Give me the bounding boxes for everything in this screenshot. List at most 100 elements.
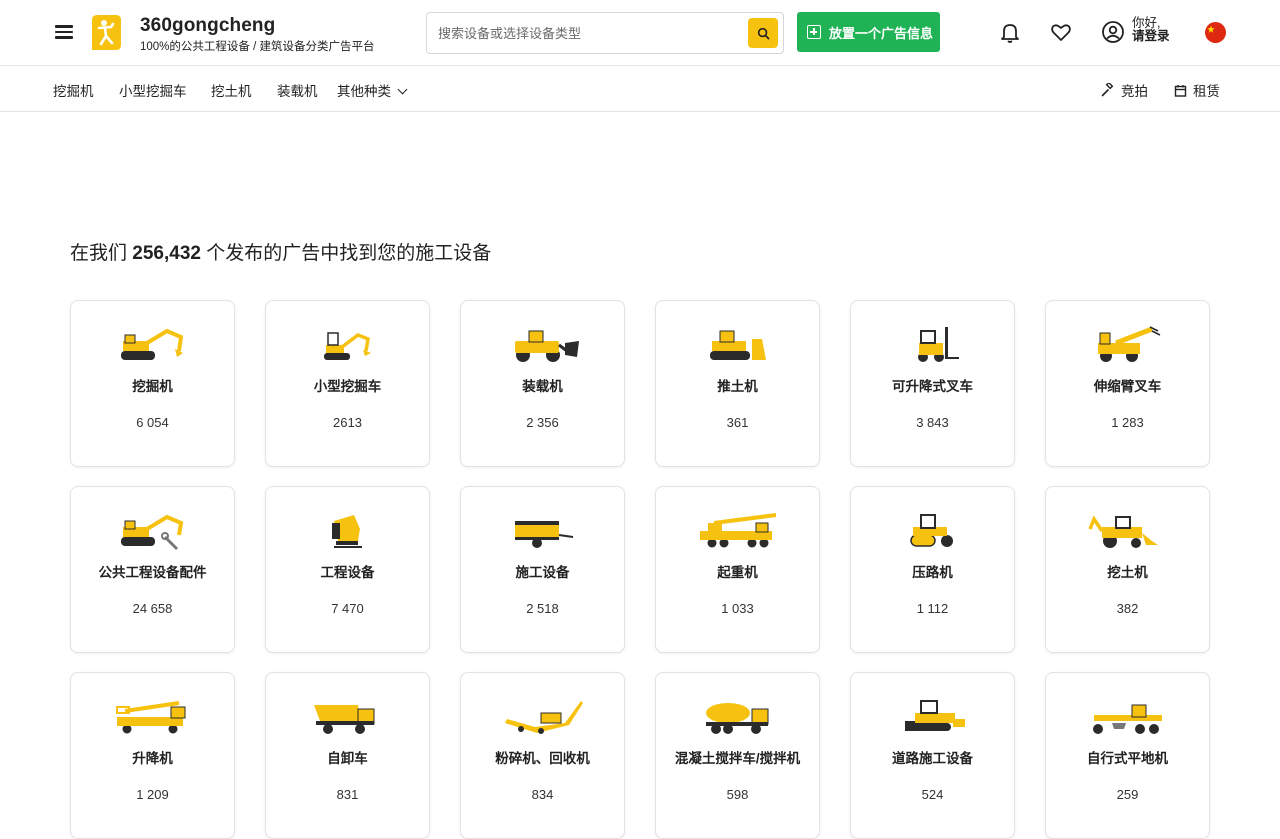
category-card[interactable]: 压路机 1 112	[850, 486, 1015, 653]
category-count: 7 470	[331, 601, 364, 616]
search-bar	[426, 12, 784, 54]
nav-backhoes[interactable]: 挖土机	[211, 80, 252, 100]
nav-rentals-label: 租赁	[1193, 84, 1220, 99]
category-count: 361	[726, 415, 749, 430]
category-name: 道路施工设备	[892, 751, 973, 766]
category-count: 3 843	[916, 415, 949, 430]
crusher-icon	[504, 701, 583, 734]
category-name: 可升降式叉车	[892, 379, 973, 394]
telehandler-icon	[1097, 326, 1160, 362]
calendar-icon	[1174, 84, 1187, 97]
bucket-attachment-icon	[331, 515, 362, 548]
category-name: 压路机	[912, 565, 953, 580]
category-name: 装载机	[522, 379, 563, 394]
category-name: 公共工程设备配件	[98, 565, 207, 580]
category-card[interactable]: 推土机 361	[655, 300, 820, 467]
category-card[interactable]: 可升降式叉车 3 843	[850, 300, 1015, 467]
excavator-parts-icon	[120, 514, 183, 551]
category-count: 1 033	[721, 601, 754, 616]
category-count: 1 283	[1111, 415, 1144, 430]
login-text: 请登录	[1132, 29, 1170, 43]
category-name: 挖土机	[1107, 565, 1148, 580]
category-name: 挖掘机	[132, 379, 173, 394]
category-card[interactable]: 升降机 1 209	[70, 672, 235, 839]
headline-suffix: 个发布的广告中找到您的施工设备	[206, 243, 492, 264]
category-count: 382	[1116, 601, 1139, 616]
heart-icon[interactable]	[1049, 20, 1073, 44]
china-flag-icon[interactable]	[1205, 22, 1226, 43]
nav-excavators[interactable]: 挖掘机	[53, 80, 94, 100]
category-name: 施工设备	[515, 565, 570, 580]
category-card[interactable]: 自卸车 831	[265, 672, 430, 839]
category-card[interactable]: 小型挖掘车 2613	[265, 300, 430, 467]
category-name: 小型挖掘车	[313, 379, 382, 394]
plus-icon	[807, 25, 821, 39]
category-card[interactable]: 道路施工设备 524	[850, 672, 1015, 839]
search-button[interactable]	[748, 18, 778, 48]
aerial-lift-truck-icon	[115, 701, 185, 734]
headline-count: 256,432	[132, 243, 201, 264]
category-card[interactable]: 挖土机 382	[1045, 486, 1210, 653]
category-card[interactable]: 混凝土搅拌车/搅拌机 598	[655, 672, 820, 839]
page-headline: 在我们 256,432 个发布的广告中找到您的施工设备	[70, 238, 491, 265]
post-ad-label: 放置一个广告信息	[829, 25, 934, 41]
category-card[interactable]: 装载机 2 356	[460, 300, 625, 467]
backhoe-loader-icon	[1087, 515, 1158, 548]
category-card[interactable]: 工程设备 7 470	[265, 486, 430, 653]
crane-truck-icon	[699, 513, 776, 548]
user-icon[interactable]	[1101, 20, 1125, 44]
category-name: 粉碎机、回收机	[495, 751, 590, 766]
mini-excavator-icon	[323, 332, 371, 360]
concrete-mixer-icon	[705, 703, 768, 734]
post-ad-button[interactable]: 放置一个广告信息	[797, 12, 940, 52]
logo-icon[interactable]	[91, 14, 122, 51]
category-card[interactable]: 粉碎机、回收机 834	[460, 672, 625, 839]
category-count: 2 356	[526, 415, 559, 430]
category-count: 2613	[333, 415, 362, 430]
excavator-icon	[120, 328, 183, 360]
category-name: 升降机	[132, 751, 173, 766]
nav-auctions-label: 竞拍	[1121, 84, 1148, 99]
menu-icon[interactable]	[53, 22, 77, 44]
nav-rentals[interactable]: 租赁	[1174, 80, 1220, 100]
forklift-icon	[917, 327, 959, 362]
category-name: 自卸车	[327, 751, 368, 766]
site-header: 360gongcheng 100%的公共工程设备 / 建筑设备分类广告平台 放置…	[0, 0, 1280, 66]
bulldozer-icon	[709, 330, 766, 360]
category-card[interactable]: 施工设备 2 518	[460, 486, 625, 653]
category-count: 24 658	[132, 601, 173, 616]
nav-mini-excavators[interactable]: 小型挖掘车	[119, 80, 187, 100]
headline-prefix: 在我们	[70, 243, 128, 264]
category-name: 推土机	[717, 379, 758, 394]
wheel-loader-icon	[514, 330, 579, 362]
category-name: 混凝土搅拌车/搅拌机	[674, 751, 801, 766]
asphalt-paver-icon	[904, 700, 965, 731]
compressor-trailer-icon	[514, 521, 573, 548]
category-card[interactable]: 伸缩臂叉车 1 283	[1045, 300, 1210, 467]
road-roller-icon	[909, 514, 953, 547]
category-count: 2 518	[526, 601, 559, 616]
category-name: 工程设备	[320, 565, 375, 580]
nav-other-categories[interactable]: 其他种类	[337, 80, 408, 100]
bell-icon[interactable]	[998, 20, 1022, 44]
chevron-down-icon	[397, 84, 408, 95]
nav-loaders[interactable]: 装载机	[277, 80, 318, 100]
category-count: 1 112	[916, 601, 949, 616]
nav-auctions[interactable]: 竞拍	[1101, 80, 1148, 100]
category-name: 起重机	[717, 565, 758, 580]
search-icon	[757, 27, 769, 39]
gavel-icon	[1101, 83, 1114, 97]
category-name: 自行式平地机	[1087, 751, 1168, 766]
brand-tagline: 100%的公共工程设备 / 建筑设备分类广告平台	[140, 41, 375, 53]
login-link[interactable]: 你好, 请登录	[1132, 17, 1170, 43]
dump-truck-icon	[313, 705, 374, 734]
brand-name[interactable]: 360gongcheng	[140, 15, 275, 37]
category-nav: 挖掘机 小型挖掘车 挖土机 装载机 其他种类 竞拍 租赁	[0, 66, 1280, 112]
search-input[interactable]	[427, 13, 737, 53]
motor-grader-icon	[1092, 704, 1162, 734]
category-card[interactable]: 公共工程设备配件 24 658	[70, 486, 235, 653]
category-card[interactable]: 挖掘机 6 054	[70, 300, 235, 467]
category-card[interactable]: 自行式平地机 259	[1045, 672, 1210, 839]
category-card[interactable]: 起重机 1 033	[655, 486, 820, 653]
category-name: 伸缩臂叉车	[1093, 379, 1162, 394]
